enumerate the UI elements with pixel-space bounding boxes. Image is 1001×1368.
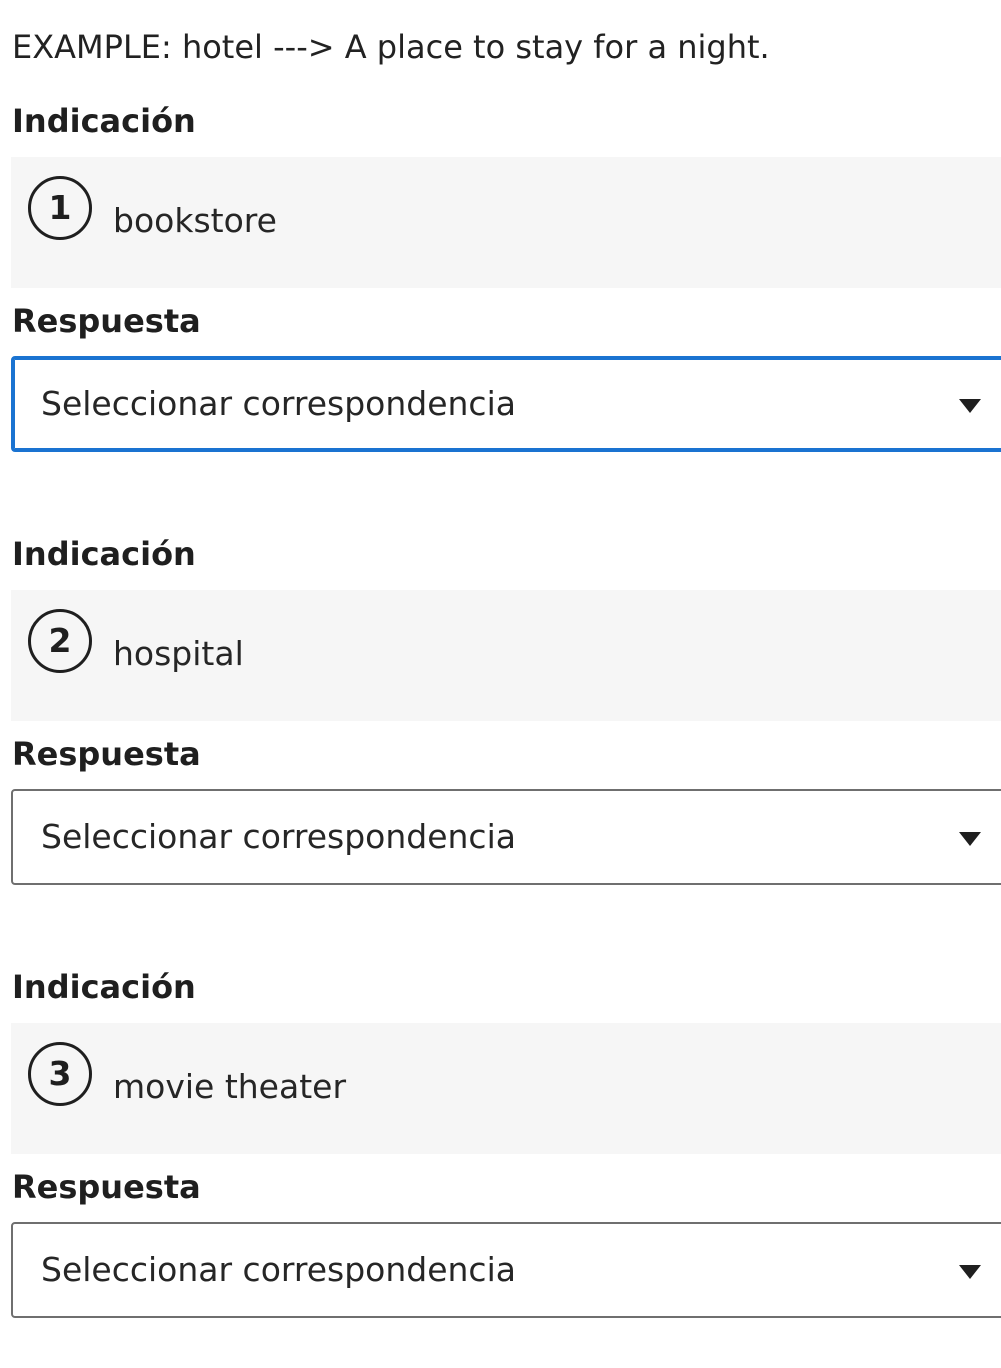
answer-select[interactable]: Seleccionar correspondencia bbox=[11, 789, 1001, 885]
answer-select-value: Seleccionar correspondencia bbox=[41, 1250, 516, 1289]
answer-label: Respuesta bbox=[12, 302, 201, 340]
chevron-down-icon bbox=[959, 1265, 981, 1279]
answer-select[interactable]: Seleccionar correspondencia bbox=[11, 356, 1001, 452]
prompt-text: hospital bbox=[113, 634, 244, 673]
answer-label: Respuesta bbox=[12, 1168, 201, 1206]
prompt-label: Indicación bbox=[12, 535, 196, 573]
prompt-box: 3 movie theater bbox=[11, 1023, 1001, 1154]
answer-select-value: Seleccionar correspondencia bbox=[41, 817, 516, 856]
prompt-label: Indicación bbox=[12, 102, 196, 140]
chevron-down-icon bbox=[959, 399, 981, 413]
answer-label: Respuesta bbox=[12, 735, 201, 773]
prompt-label: Indicación bbox=[12, 968, 196, 1006]
prompt-box: 1 bookstore bbox=[11, 157, 1001, 288]
prompt-box: 2 hospital bbox=[11, 590, 1001, 721]
answer-select[interactable]: Seleccionar correspondencia bbox=[11, 1222, 1001, 1318]
item-number-badge: 3 bbox=[28, 1042, 92, 1106]
prompt-text: movie theater bbox=[113, 1067, 347, 1106]
answer-select-value: Seleccionar correspondencia bbox=[41, 384, 516, 423]
prompt-text: bookstore bbox=[113, 201, 277, 240]
chevron-down-icon bbox=[959, 832, 981, 846]
item-number-badge: 1 bbox=[28, 176, 92, 240]
item-number-badge: 2 bbox=[28, 609, 92, 673]
example-text: EXAMPLE: hotel ---> A place to stay for … bbox=[12, 28, 770, 66]
